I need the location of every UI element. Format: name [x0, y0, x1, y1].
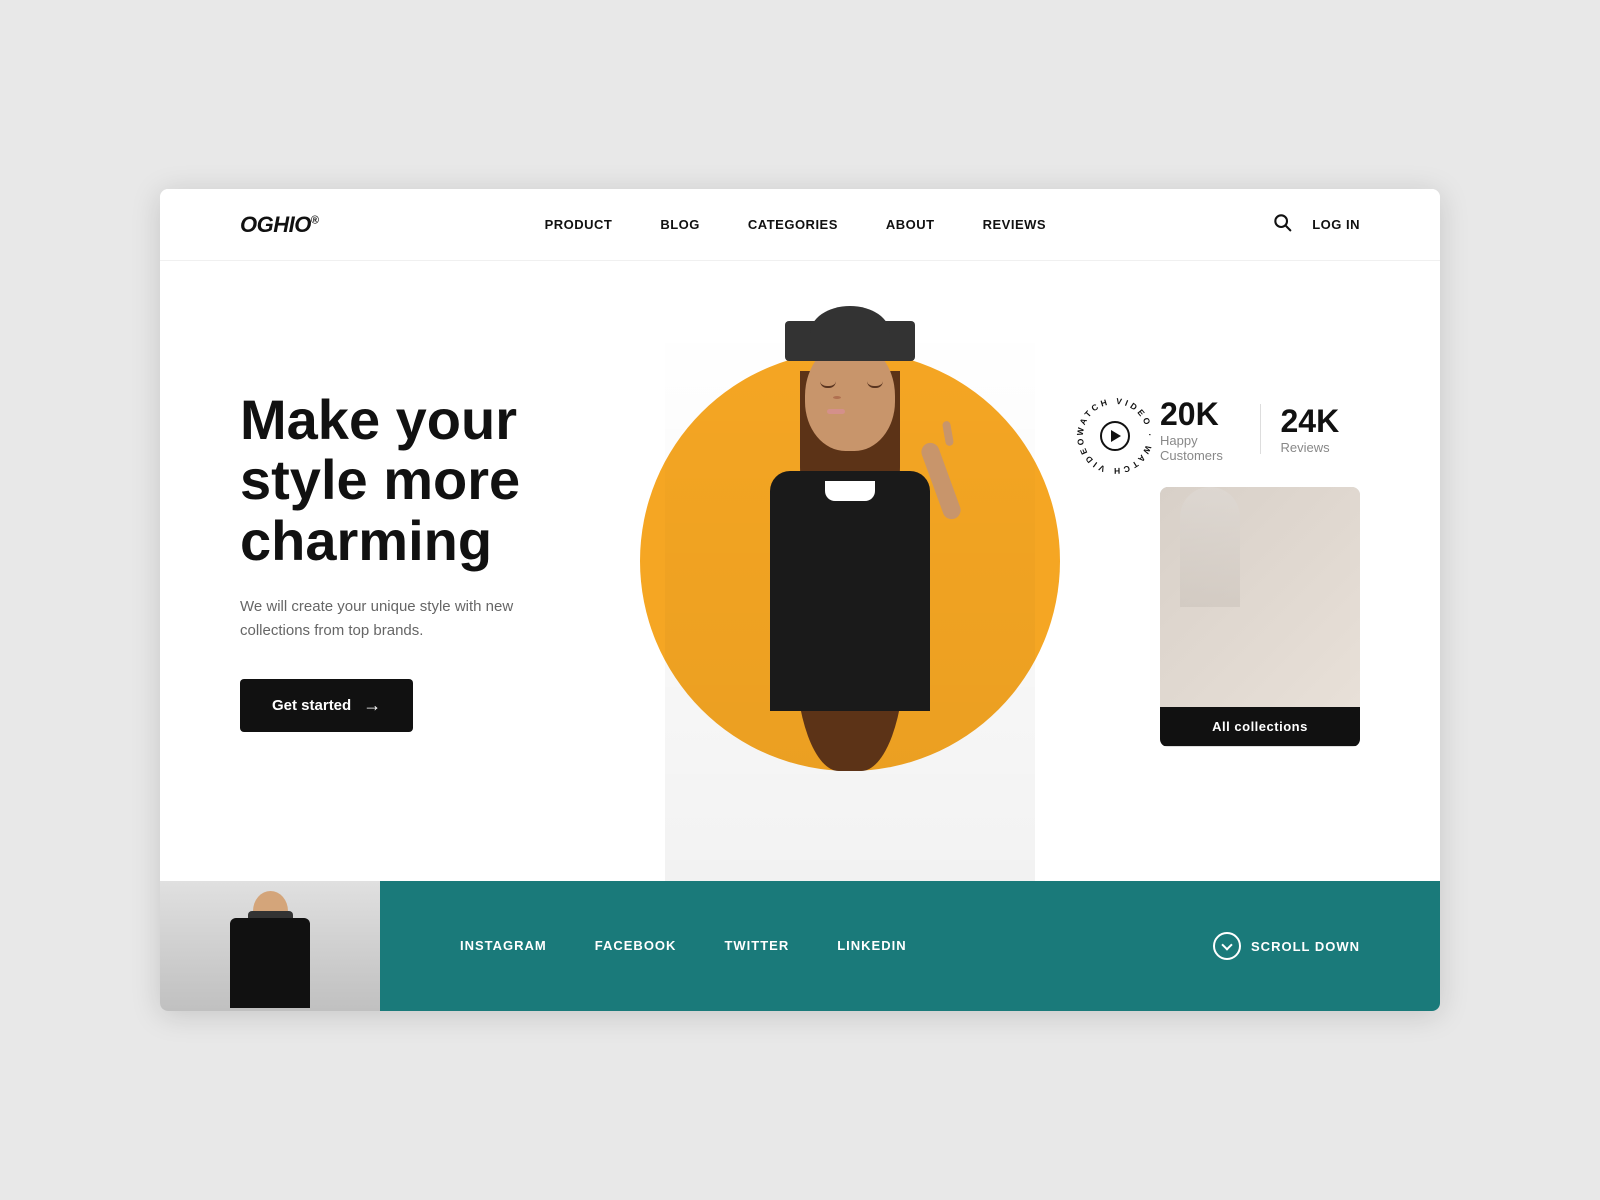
footer-body [230, 918, 310, 1008]
nav-item-about[interactable]: ABOUT [886, 216, 935, 234]
footer-model-image [160, 881, 380, 1011]
nav-item-categories[interactable]: CATEGORIES [748, 216, 838, 234]
play-button[interactable] [1100, 421, 1130, 451]
footer-teal-bar: INSTAGRAM FACEBOOK TWITTER LINKEDIN SCRO… [380, 881, 1440, 1011]
search-icon[interactable] [1272, 212, 1292, 237]
nav-right: LOG IN [1272, 212, 1360, 237]
model-hat [785, 321, 915, 361]
scroll-circle-icon [1213, 932, 1241, 960]
collection-image [1160, 487, 1360, 707]
footer-figure [230, 891, 310, 1008]
watch-video-badge[interactable]: WATCH VIDEO · WATCH VIDEO · [1070, 391, 1160, 481]
login-button[interactable]: LOG IN [1312, 217, 1360, 232]
stat-divider [1260, 404, 1261, 454]
scroll-label: SCROLL DOWN [1251, 939, 1360, 954]
stats-row: 20K Happy Customers 24K Reviews [1160, 396, 1360, 463]
hero-headline: Make your style more charming [240, 390, 560, 571]
model-head [805, 341, 895, 451]
stat-customers-label: Happy Customers [1160, 433, 1240, 463]
get-started-button[interactable]: Get started → [240, 679, 413, 732]
collection-label: All collections [1160, 707, 1360, 746]
browser-frame: OGHIO® PRODUCT BLOG CATEGORIES ABOUT REV… [160, 189, 1440, 1011]
navbar: OGHIO® PRODUCT BLOG CATEGORIES ABOUT REV… [160, 189, 1440, 261]
stat-reviews-label: Reviews [1281, 440, 1361, 455]
footer-model-figure [160, 881, 380, 1011]
hero-center: WATCH VIDEO · WATCH VIDEO · [560, 301, 1140, 881]
hero-subtext: We will create your unique style with ne… [240, 595, 560, 643]
hero-text: Make your style more charming We will cr… [240, 390, 560, 792]
scroll-down-button[interactable]: SCROLL DOWN [1213, 932, 1360, 960]
nav-item-product[interactable]: PRODUCT [545, 216, 613, 234]
collection-card[interactable]: All collections [1160, 487, 1360, 747]
hero-right: 20K Happy Customers 24K Reviews [1140, 396, 1360, 787]
social-links: INSTAGRAM FACEBOOK TWITTER LINKEDIN [460, 937, 907, 955]
nav-item-blog[interactable]: BLOG [660, 216, 700, 234]
social-twitter[interactable]: TWITTER [724, 937, 789, 955]
stat-reviews: 24K Reviews [1281, 403, 1361, 455]
arrow-right-icon: → [363, 695, 381, 716]
social-linkedin[interactable]: LINKEDIN [837, 937, 906, 955]
model-figure [700, 341, 1000, 881]
brand-logo[interactable]: OGHIO® [240, 212, 318, 238]
watch-circle: WATCH VIDEO · WATCH VIDEO · [1070, 391, 1160, 481]
footer-banner: INSTAGRAM FACEBOOK TWITTER LINKEDIN SCRO… [160, 881, 1440, 1011]
hero-section: Make your style more charming We will cr… [160, 261, 1440, 881]
social-facebook[interactable]: FACEBOOK [595, 937, 677, 955]
play-icon [1111, 430, 1121, 442]
nav-links: PRODUCT BLOG CATEGORIES ABOUT REVIEWS [545, 216, 1047, 234]
stat-reviews-num: 24K [1281, 403, 1361, 440]
chevron-down-icon [1221, 939, 1232, 950]
nav-item-reviews[interactable]: REVIEWS [983, 216, 1046, 234]
hero-model-image [665, 321, 1035, 881]
social-instagram[interactable]: INSTAGRAM [460, 937, 547, 955]
stat-customers: 20K Happy Customers [1160, 396, 1240, 463]
stat-customers-num: 20K [1160, 396, 1240, 433]
